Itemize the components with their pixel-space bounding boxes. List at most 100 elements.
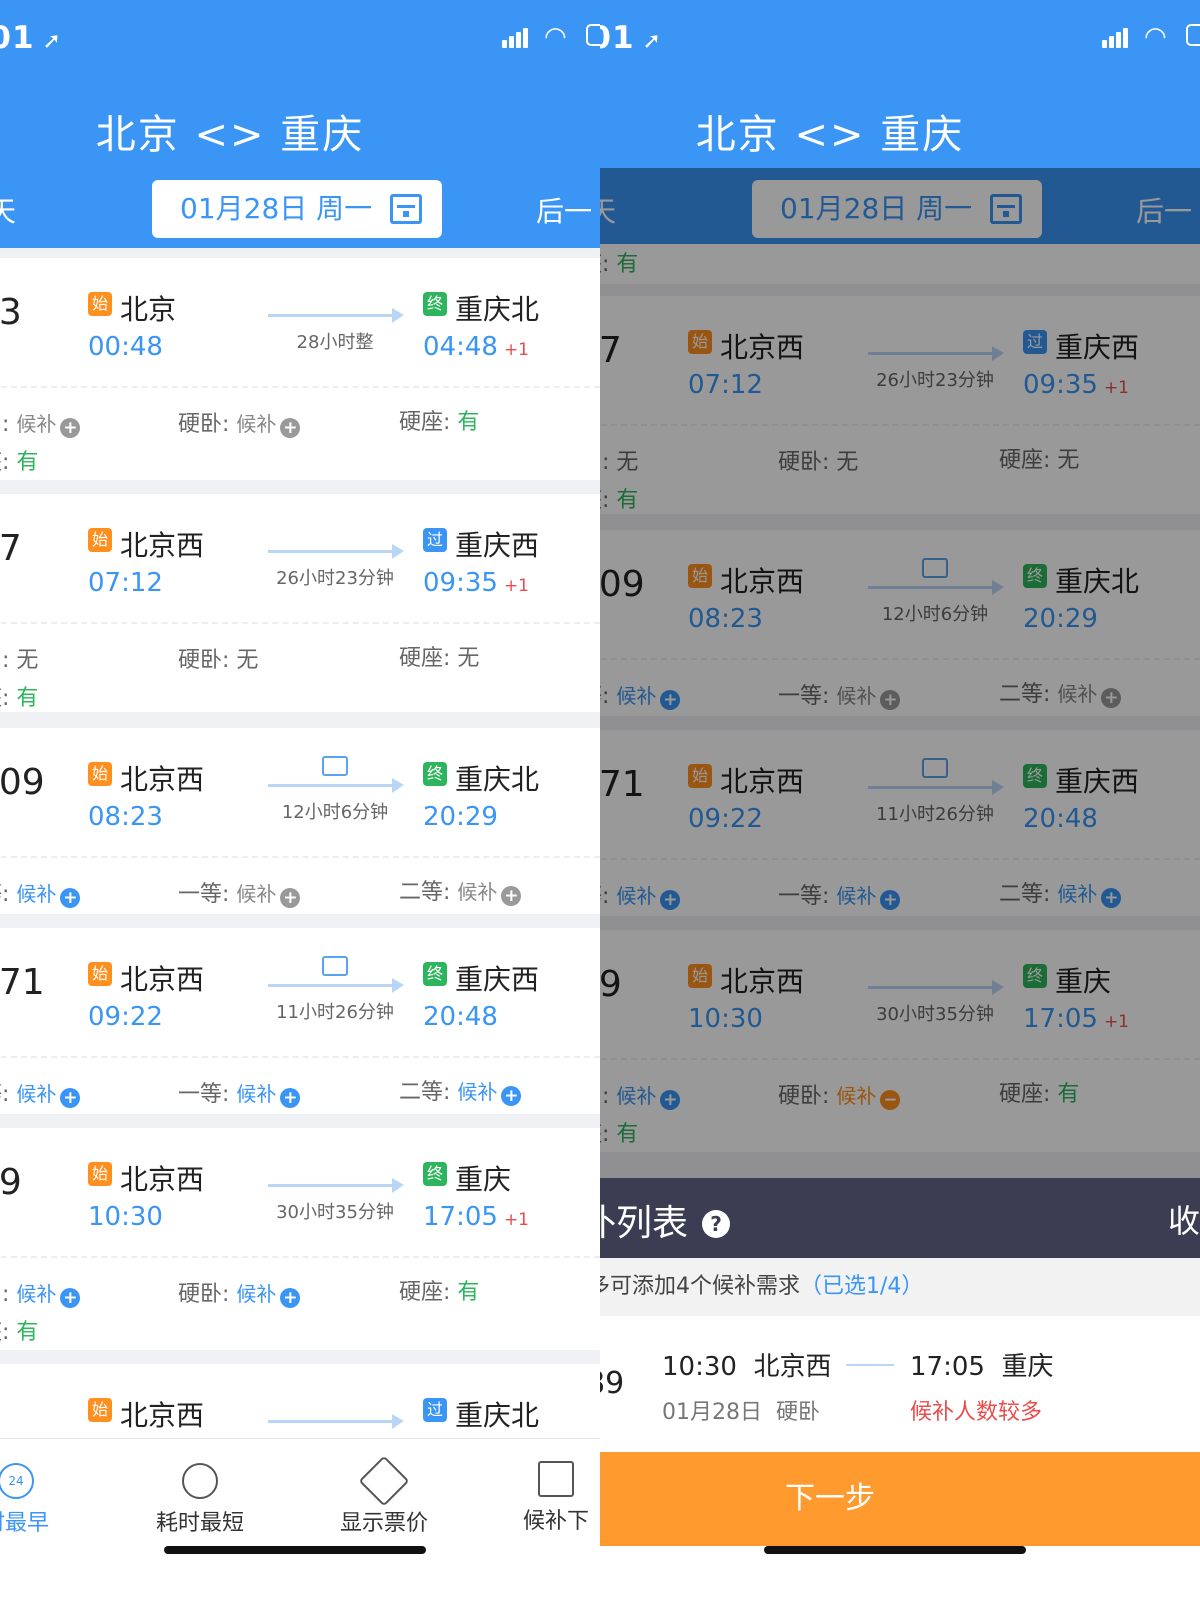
- add-waitlist-icon[interactable]: +: [501, 886, 522, 906]
- train-card[interactable]: 309 始北京西 08:23 12小时6分钟 终重庆北 20:29 等: 候补+ 一等: 候补…: [0, 728, 600, 914]
- train-card[interactable]: 571 始北京西 09:22 11小时26分钟 终重庆西 20:48 等: 候补+ 一等: 候…: [0, 928, 600, 1114]
- departure-time: 08:23: [88, 802, 163, 832]
- train-card[interactable]: 89 始北京西 10:30 30小时35分钟 终重庆 17:05+1 卜: 候补+ 硬卧: 候…: [0, 1128, 600, 1350]
- add-waitlist-icon[interactable]: +: [280, 1088, 301, 1108]
- duration: 12小时6分钟: [281, 802, 389, 823]
- header: :01➚ ◠ 北京 <> 重庆 一天 01月28日 周一 后一: [0, 0, 600, 248]
- seat-status: 卜: 候补+: [0, 1276, 81, 1308]
- departure-station: 北京西: [120, 963, 205, 996]
- train-number: 07: [0, 528, 22, 569]
- arrival-station: 重庆北: [455, 293, 540, 326]
- seat-status: 座: 有: [0, 686, 39, 711]
- route-arrow: [268, 308, 404, 323]
- next-step-button[interactable]: 下一步: [600, 1452, 1200, 1546]
- sort-shortest-button[interactable]: 耗时最短: [130, 1459, 270, 1537]
- toolbar-label: 时最早: [0, 1511, 49, 1536]
- departure-station: 北京西: [120, 529, 205, 562]
- show-price-button[interactable]: 显示票价: [314, 1455, 454, 1537]
- arrival-station: 重庆北: [455, 763, 540, 796]
- seat-status: 硬座: 有: [399, 410, 480, 435]
- seat-status: 二等: 候补 +: [399, 874, 522, 906]
- seat-status: 一等: 候补 +: [178, 876, 301, 908]
- route-arrow: [268, 1414, 404, 1429]
- waitlist-warning: 候补人数较多: [910, 1400, 1043, 1425]
- arrival-time: 09:35 +1: [423, 568, 529, 598]
- home-indicator: [164, 1546, 426, 1554]
- waitlist-item[interactable]: 89 10:30 北京西 17:05 重庆 01月28日 硬卧 候补人数较多: [600, 1316, 1200, 1452]
- page-title: 北京 <> 重庆: [695, 112, 965, 158]
- wifi-icon: ◠: [1144, 22, 1167, 52]
- date-label: 01月28日 周一: [180, 192, 373, 225]
- add-waitlist-icon[interactable]: +: [60, 418, 81, 438]
- train-number: 89: [0, 1162, 22, 1203]
- waitlist-sheet-header: 补列表? 收: [600, 1178, 1200, 1258]
- departure-station: 北京西: [120, 1163, 205, 1196]
- duration: 30小时35分钟: [276, 1202, 394, 1223]
- add-waitlist-icon[interactable]: +: [280, 888, 301, 908]
- divider: [0, 1056, 600, 1058]
- seat-status: 一等: 候补 +: [178, 1076, 301, 1108]
- route-arrow: [268, 978, 404, 993]
- train-card[interactable]: 07 始北京西 07:12 26小时23分钟 过重庆西 09:35+1 卜: 无 硬卧: 无 硬…: [0, 494, 600, 712]
- waitlist-button[interactable]: 候补下: [486, 1457, 600, 1535]
- location-icon: ➚: [42, 29, 62, 54]
- seat-status: 等: 候补+: [0, 1076, 81, 1108]
- signal-icon: [1102, 28, 1130, 48]
- duration: 26小时23分钟: [276, 568, 394, 589]
- prev-day-button[interactable]: 一天: [0, 190, 16, 230]
- seat-status: 二等: 候补 +: [399, 1074, 522, 1106]
- status-bar: :01➚ ◠: [600, 14, 1200, 64]
- toolbar-label: 耗时最短: [155, 1511, 244, 1536]
- train-number: 03: [0, 292, 22, 333]
- departure-time: 07:12: [88, 568, 163, 598]
- add-waitlist-icon[interactable]: +: [60, 1288, 81, 1308]
- divider: [0, 856, 600, 858]
- bottom-toolbar: 24 时最早 耗时最短 显示票价 候补下: [0, 1438, 600, 1598]
- duration: 28小时整: [296, 332, 374, 353]
- battery-icon: [1186, 24, 1200, 46]
- add-waitlist-icon[interactable]: +: [60, 1088, 81, 1108]
- page-title: 北京 <> 重庆: [95, 112, 365, 158]
- arrival-station: 重庆北: [455, 1399, 540, 1432]
- departure-station: 北京西: [120, 763, 205, 796]
- wifi-icon: ◠: [544, 22, 567, 52]
- date-picker[interactable]: 01月28日 周一: [152, 180, 442, 238]
- timer-icon: [182, 1463, 218, 1499]
- next-day-button[interactable]: 后一: [536, 190, 592, 230]
- route-arrow: [846, 1364, 894, 1366]
- add-waitlist-icon[interactable]: +: [280, 1288, 301, 1308]
- destination-badge: 终: [423, 1162, 447, 1186]
- origin-badge: 始: [88, 962, 112, 986]
- train-card[interactable]: 03 始北京 00:48 28小时整 终重庆北 04:48+1 卜: 候补+ 硬卧: 候补+ 硬…: [0, 258, 600, 480]
- route-arrow: [268, 778, 404, 793]
- battery-icon: [586, 24, 600, 46]
- route-arrow: [268, 544, 404, 559]
- seat-status: 硬座: 无: [399, 646, 480, 671]
- waitlist-note: 多可添加4个候补需求（已选1/4）: [600, 1258, 1200, 1316]
- sort-earliest-button[interactable]: 24 时最早: [0, 1459, 86, 1537]
- add-waitlist-icon[interactable]: +: [60, 888, 81, 908]
- collapse-button[interactable]: 收: [1168, 1196, 1200, 1242]
- id-card-icon: [322, 756, 348, 776]
- seat-status: 等: 候补+: [0, 876, 81, 908]
- sheet-title: 补列表?: [600, 1194, 731, 1246]
- origin-badge: 始: [88, 1162, 112, 1186]
- train-card[interactable]: 9始北京西过重庆北: [0, 1364, 600, 1438]
- seat-status: 卜: 候补+: [0, 406, 81, 438]
- divider: [0, 386, 600, 388]
- divider: [0, 1256, 600, 1258]
- left-screen: :01➚ ◠ 北京 <> 重庆 一天 01月28日 周一 后一 03始北京00:…: [0, 0, 600, 1598]
- help-icon[interactable]: ?: [702, 1210, 731, 1238]
- next-day-mark: +1: [503, 1210, 529, 1230]
- clock-24-icon: 24: [0, 1463, 34, 1499]
- add-waitlist-icon[interactable]: +: [280, 418, 301, 438]
- add-waitlist-icon[interactable]: +: [501, 1086, 522, 1106]
- train-number: 309: [0, 762, 45, 803]
- destination-badge: 过: [423, 528, 447, 552]
- cart-icon: [538, 1461, 574, 1497]
- origin-badge: 始: [88, 762, 112, 786]
- destination-badge: 终: [423, 762, 447, 786]
- home-indicator: [764, 1546, 1026, 1554]
- status-time: :01➚: [600, 20, 662, 56]
- toolbar-label: 显示票价: [339, 1511, 428, 1536]
